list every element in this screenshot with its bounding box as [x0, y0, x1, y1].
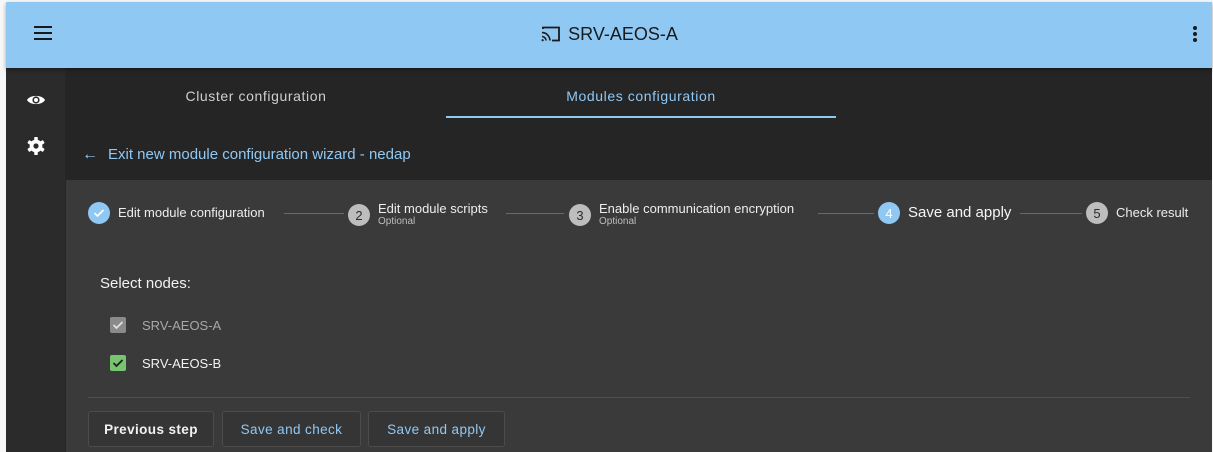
- divider: [88, 397, 1190, 398]
- checkbox-checked-icon[interactable]: [110, 355, 126, 371]
- save-and-check-button[interactable]: Save and check: [222, 411, 361, 447]
- step-label: Enable communication encryption: [599, 201, 795, 216]
- cast-icon: [541, 26, 561, 42]
- step-number: 2: [348, 204, 370, 226]
- gear-icon[interactable]: [26, 136, 46, 156]
- step-connector: [284, 213, 344, 214]
- step-optional-label: Optional: [599, 216, 637, 227]
- previous-step-button[interactable]: Previous step: [88, 411, 214, 447]
- check-icon: [88, 202, 110, 224]
- node-label: SRV-AEOS-A: [142, 317, 222, 333]
- step-optional-label: Optional: [378, 216, 416, 227]
- main-content: Cluster configuration Modules configurat…: [66, 68, 1212, 452]
- arrow-back-icon: ←: [82, 146, 98, 163]
- step-enable-communication-encryption[interactable]: 3 Enable communication encryption Option…: [569, 202, 794, 228]
- wizard-panel: Edit module configuration 2 Edit module …: [66, 180, 1212, 452]
- top-app-bar: SRV-AEOS-A: [6, 2, 1212, 68]
- app-window: SRV-AEOS-A Cluster configuration Modules…: [6, 2, 1212, 452]
- eye-icon[interactable]: [26, 90, 46, 110]
- node-label: SRV-AEOS-B: [142, 355, 222, 371]
- step-label: Edit module scripts: [378, 201, 488, 216]
- app-title-container: SRV-AEOS-A: [6, 24, 1212, 45]
- step-number: 5: [1086, 202, 1108, 224]
- step-edit-module-scripts[interactable]: 2 Edit module scripts Optional: [348, 202, 488, 228]
- step-check-result[interactable]: 5 Check result: [1086, 202, 1188, 224]
- step-label: Check result: [1116, 205, 1189, 220]
- step-label: Save and apply: [908, 204, 1012, 221]
- app-title: SRV-AEOS-A: [568, 24, 678, 44]
- tabs-bar: Cluster configuration Modules configurat…: [66, 68, 1212, 180]
- node-checkbox-srv-aeos-a[interactable]: SRV-AEOS-A: [110, 317, 221, 333]
- exit-wizard-label: Exit new module configuration wizard - n…: [108, 146, 411, 163]
- save-and-apply-button[interactable]: Save and apply: [368, 411, 505, 447]
- node-checkbox-srv-aeos-b[interactable]: SRV-AEOS-B: [110, 355, 221, 371]
- step-connector: [818, 213, 874, 214]
- active-tab-indicator: [446, 116, 836, 118]
- step-connector: [506, 213, 564, 214]
- step-save-and-apply[interactable]: 4 Save and apply: [878, 202, 1011, 224]
- step-label-container: Edit module scripts Optional: [378, 202, 488, 228]
- tab-cluster-configuration[interactable]: Cluster configuration: [66, 88, 446, 118]
- tab-modules-configuration[interactable]: Modules configuration: [446, 88, 836, 118]
- step-label: Edit module configuration: [118, 205, 265, 220]
- checkbox-checked-icon[interactable]: [110, 317, 126, 333]
- step-number: 3: [569, 204, 591, 226]
- more-vertical-icon[interactable]: [1192, 26, 1198, 44]
- exit-wizard-link[interactable]: ← Exit new module configuration wizard - …: [82, 146, 411, 164]
- side-rail: [6, 68, 66, 452]
- step-label-container: Enable communication encryption Optional: [599, 202, 794, 228]
- select-nodes-label: Select nodes:: [100, 275, 191, 292]
- step-number: 4: [878, 202, 900, 224]
- step-connector: [1020, 213, 1082, 214]
- step-edit-module-configuration[interactable]: Edit module configuration: [88, 202, 265, 224]
